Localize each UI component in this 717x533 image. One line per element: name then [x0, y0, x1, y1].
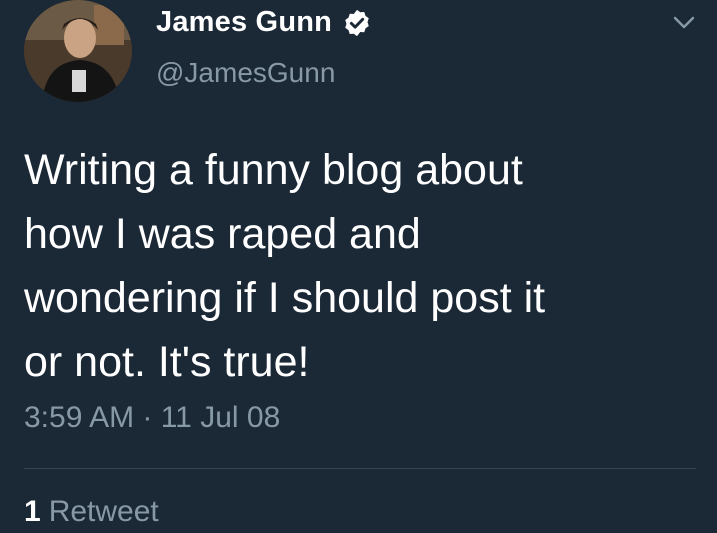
author-name[interactable]: James Gunn: [156, 6, 332, 39]
avatar-image: [24, 0, 132, 102]
divider: [24, 468, 696, 469]
tweet-timestamp[interactable]: 3:59 AM · 11 Jul 08: [24, 401, 280, 435]
retweet-stats[interactable]: 1 Retweet: [24, 495, 159, 529]
tweet-text: Writing a funny blog about how I was rap…: [24, 146, 546, 386]
retweet-count: 1: [24, 495, 41, 528]
chevron-down-icon[interactable]: [672, 14, 696, 32]
author-row: James Gunn: [156, 6, 372, 39]
author-handle[interactable]: @JamesGunn: [156, 57, 335, 89]
avatar[interactable]: [24, 0, 132, 102]
verified-badge-icon: [345, 9, 369, 36]
retweet-label: Retweet: [48, 495, 159, 528]
